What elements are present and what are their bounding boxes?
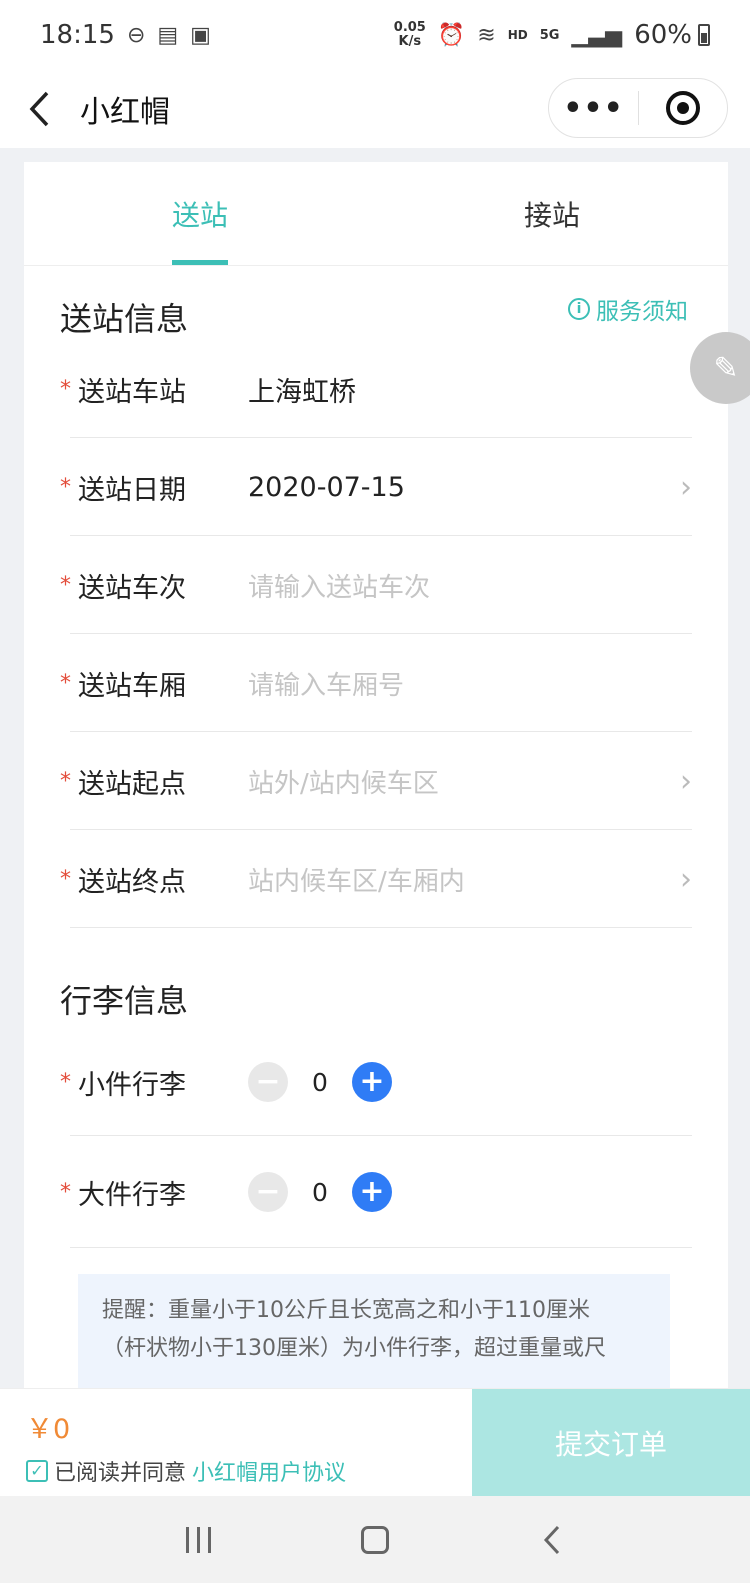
status-time: 18:15 <box>40 20 115 50</box>
required-mark: * <box>60 866 71 892</box>
chevron-right-icon: › <box>680 763 692 799</box>
dnd-icon: ⊖ <box>126 22 146 48</box>
page-title: 小红帽 <box>80 95 170 130</box>
required-mark: * <box>60 1179 71 1205</box>
tab-bar: 送站 接站 <box>24 162 728 266</box>
field-carriage[interactable]: * 送站车厢 请输入车厢号 <box>60 634 692 732</box>
luggage-small-row: * 小件行李 − 0 + <box>60 1028 692 1136</box>
status-bar: 18:15 ⊖ ▤ ▣ 0.05 K/s ⏰ ≋ HD 5G ▁▃▅ 60% <box>0 0 750 70</box>
send-section-title: 送站信息 <box>60 300 189 338</box>
total-price: ￥0 <box>26 1414 71 1445</box>
bottom-bar: ￥0 ✓ 已阅读并同意 小红帽用户协议 提交订单 <box>0 1388 750 1497</box>
tab-send[interactable]: 送站 <box>24 162 376 265</box>
luggage-notice: 提醒：重量小于10公斤且长宽高之和小于110厘米 （杆状物小于130厘米）为小件… <box>78 1274 670 1392</box>
required-mark: * <box>60 1069 71 1095</box>
recents-icon[interactable] <box>168 1510 228 1570</box>
hd-label: HD <box>507 28 528 42</box>
nav-bar: 小红帽 ••• <box>0 70 750 148</box>
minus-button[interactable]: − <box>248 1172 288 1212</box>
required-mark: * <box>60 376 71 402</box>
tab-pickup[interactable]: 接站 <box>376 162 728 265</box>
plus-button[interactable]: + <box>352 1172 392 1212</box>
small-luggage-stepper: − 0 + <box>248 1062 392 1102</box>
clipboard-icon: ▤ <box>157 22 179 48</box>
small-luggage-count: 0 <box>312 1067 328 1097</box>
minus-button[interactable]: − <box>248 1062 288 1102</box>
field-start-point[interactable]: * 送站起点 站外/站内候车区 › <box>60 732 692 830</box>
date-value: 2020-07-15 <box>248 471 405 503</box>
agree-checkbox[interactable]: ✓ <box>26 1460 48 1482</box>
signal-icon: ▁▃▅ <box>571 22 623 48</box>
alarm-icon: ⏰ <box>437 22 466 48</box>
back-icon[interactable] <box>0 70 80 148</box>
close-miniprogram-button[interactable] <box>639 91 727 125</box>
battery-icon <box>698 24 710 46</box>
required-mark: * <box>60 768 71 794</box>
start-point-select[interactable]: 站外/站内候车区 <box>248 763 439 800</box>
signal-label: 5G <box>539 27 560 43</box>
battery-percent: 60% <box>634 20 692 50</box>
carriage-input[interactable]: 请输入车厢号 <box>248 665 404 702</box>
more-button[interactable]: ••• <box>549 91 638 126</box>
station-value: 上海虹桥 <box>248 376 356 408</box>
required-mark: * <box>60 670 71 696</box>
required-mark: * <box>60 572 71 598</box>
submit-order-button[interactable]: 提交订单 <box>472 1389 750 1497</box>
target-icon <box>665 91 700 125</box>
required-mark: * <box>60 474 71 500</box>
end-point-select[interactable]: 站内候车区/车厢内 <box>248 861 465 898</box>
form-card: 送站 接站 送站信息 i 服务须知 * 送站车站 上海虹桥 * 送站日期 202… <box>24 162 728 1392</box>
field-date[interactable]: * 送站日期 2020-07-15 › <box>60 438 692 536</box>
luggage-section-title: 行李信息 <box>60 982 189 1020</box>
agreement: ✓ 已阅读并同意 小红帽用户协议 <box>26 1455 346 1487</box>
wifi-icon: ≋ <box>477 22 496 48</box>
large-luggage-count: 0 <box>312 1177 328 1207</box>
large-luggage-stepper: − 0 + <box>248 1172 392 1212</box>
info-icon: i <box>568 298 590 320</box>
field-end-point[interactable]: * 送站终点 站内候车区/车厢内 › <box>60 830 692 928</box>
chevron-right-icon: › <box>680 469 692 505</box>
back-nav-icon[interactable] <box>522 1510 582 1570</box>
service-notice-link[interactable]: i 服务须知 <box>568 292 688 326</box>
pencil-icon: ✎ <box>713 350 739 386</box>
field-station[interactable]: * 送站车站 上海虹桥 <box>60 340 692 438</box>
plus-button[interactable]: + <box>352 1062 392 1102</box>
home-icon[interactable] <box>345 1510 405 1570</box>
luggage-large-row: * 大件行李 − 0 + <box>60 1136 692 1248</box>
image-icon: ▣ <box>190 22 211 48</box>
capsule-menu: ••• <box>548 78 728 138</box>
network-speed: 0.05 K/s <box>393 20 426 49</box>
user-agreement-link[interactable]: 小红帽用户协议 <box>192 1455 346 1487</box>
system-nav-bar <box>0 1496 750 1583</box>
train-input[interactable]: 请输入送站车次 <box>248 567 430 604</box>
field-train[interactable]: * 送站车次 请输入送站车次 <box>60 536 692 634</box>
chevron-right-icon: › <box>680 861 692 897</box>
